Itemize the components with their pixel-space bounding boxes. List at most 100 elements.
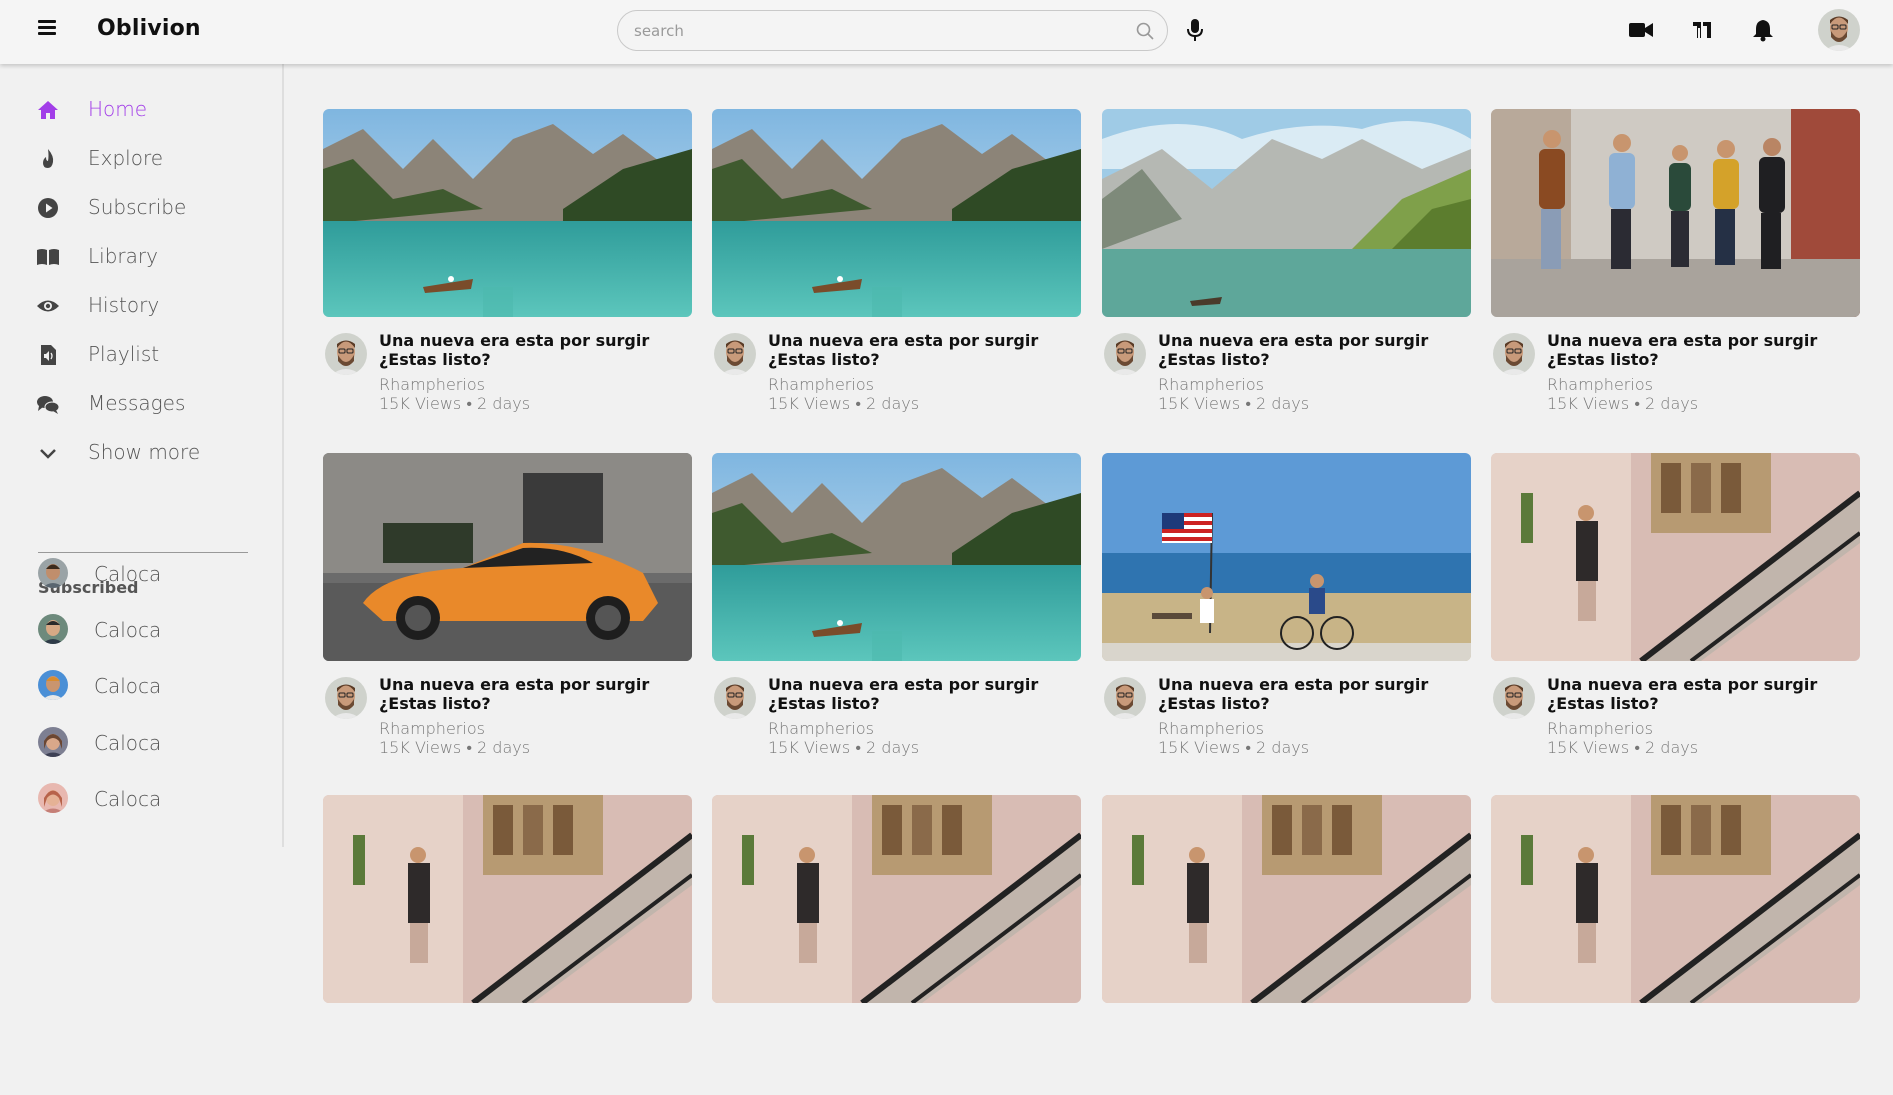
- video-title[interactable]: Una nueva era esta por surgir ¿Estas lis…: [1547, 331, 1847, 369]
- subscription-item[interactable]: Caloca: [38, 783, 258, 817]
- chevron-down-icon: [40, 449, 56, 459]
- sidebar-item-label: Messages: [88, 391, 186, 415]
- sidebar-item-label: Explore: [88, 146, 164, 170]
- sidebar-item-label: History: [88, 293, 160, 317]
- video-card[interactable]: Una nueva era esta por surgir ¿Estas lis…: [323, 453, 692, 757]
- subscription-item[interactable]: Caloca: [38, 614, 258, 648]
- video-card[interactable]: Una nueva era esta por surgir ¿Estas lis…: [1491, 109, 1860, 413]
- audio-file-icon: [41, 345, 56, 365]
- video-card[interactable]: Una nueva era esta por surgir ¿Estas lis…: [712, 453, 1081, 757]
- eye-icon: [37, 300, 59, 312]
- channel-avatar: [38, 614, 68, 644]
- menu-icon[interactable]: [36, 18, 58, 40]
- subscription-item[interactable]: Caloca: [38, 727, 258, 761]
- channel-avatar[interactable]: [325, 333, 367, 375]
- sidebar-item-subscribe[interactable]: Subscribe: [36, 192, 266, 224]
- sidebar-item-label: Subscribe: [88, 195, 187, 219]
- channel-name[interactable]: Rhampherios: [379, 719, 485, 738]
- video-meta: 15K Views • 2 days: [768, 394, 920, 413]
- sidebar-item-history[interactable]: History: [36, 290, 266, 322]
- video-camera-icon[interactable]: [1628, 18, 1654, 42]
- channel-avatar[interactable]: [714, 333, 756, 375]
- video-meta: 15K Views • 2 days: [1158, 394, 1310, 413]
- video-title[interactable]: Una nueva era esta por surgir ¿Estas lis…: [1158, 331, 1458, 369]
- channel-avatar[interactable]: [1493, 333, 1535, 375]
- channel-name[interactable]: Rhampherios: [768, 375, 874, 394]
- sidebar-item-label: Playlist: [88, 342, 160, 366]
- channel-name[interactable]: Rhampherios: [1547, 375, 1653, 394]
- video-thumbnail[interactable]: [323, 453, 692, 661]
- video-title[interactable]: Una nueva era esta por surgir ¿Estas lis…: [379, 331, 679, 369]
- home-icon: [38, 101, 58, 119]
- top-bar: Oblivion: [0, 0, 1893, 64]
- video-thumbnail[interactable]: [1102, 109, 1471, 317]
- mic-icon[interactable]: [1186, 18, 1204, 42]
- channel-avatar[interactable]: [1104, 333, 1146, 375]
- video-thumbnail[interactable]: [712, 109, 1081, 317]
- subscription-item[interactable]: Caloca: [38, 558, 258, 592]
- sidebar-item-home[interactable]: Home: [36, 94, 266, 126]
- channel-avatar: [38, 558, 68, 588]
- channel-avatar[interactable]: [714, 677, 756, 719]
- video-title[interactable]: Una nueva era esta por surgir ¿Estas lis…: [1547, 675, 1847, 713]
- video-thumbnail[interactable]: [712, 453, 1081, 661]
- bell-icon[interactable]: [1750, 18, 1776, 42]
- apps-icon[interactable]: [1689, 18, 1715, 42]
- subscription-label: Caloca: [94, 674, 162, 698]
- subscription-item[interactable]: Caloca: [38, 670, 258, 704]
- brand-logo[interactable]: Oblivion: [97, 16, 201, 41]
- video-title[interactable]: Una nueva era esta por surgir ¿Estas lis…: [1158, 675, 1458, 713]
- video-card[interactable]: Una nueva era esta por surgir ¿Estas lis…: [712, 109, 1081, 413]
- video-thumbnail[interactable]: [1102, 795, 1471, 1003]
- avatar[interactable]: [1818, 9, 1860, 51]
- channel-avatar[interactable]: [1104, 677, 1146, 719]
- video-thumbnail[interactable]: [323, 109, 692, 317]
- video-thumbnail[interactable]: [712, 795, 1081, 1003]
- video-meta: 15K Views • 2 days: [1547, 738, 1699, 757]
- video-title[interactable]: Una nueva era esta por surgir ¿Estas lis…: [768, 331, 1068, 369]
- video-card[interactable]: Una nueva era esta por surgir ¿Estas lis…: [323, 109, 692, 413]
- channel-name[interactable]: Rhampherios: [379, 375, 485, 394]
- channel-name[interactable]: Rhampherios: [1547, 719, 1653, 738]
- search-input[interactable]: [634, 20, 1094, 42]
- video-card[interactable]: Una nueva era esta por surgir ¿Estas lis…: [1102, 453, 1471, 757]
- subscription-label: Caloca: [94, 731, 162, 755]
- video-meta: 15K Views • 2 days: [379, 738, 531, 757]
- video-card[interactable]: Una nueva era esta por surgir ¿Estas lis…: [1491, 453, 1860, 757]
- sidebar-item-explore[interactable]: Explore: [36, 143, 266, 175]
- video-thumbnail[interactable]: [1491, 109, 1860, 317]
- search-box[interactable]: [617, 10, 1168, 51]
- channel-avatar[interactable]: [325, 677, 367, 719]
- video-card[interactable]: Una nueva era esta por surgir ¿Estas lis…: [1102, 109, 1471, 413]
- channel-avatar[interactable]: [1493, 677, 1535, 719]
- search-icon[interactable]: [1135, 21, 1155, 41]
- video-thumbnail[interactable]: [323, 795, 692, 1003]
- video-thumbnail[interactable]: [1102, 453, 1471, 661]
- sidebar-item-messages[interactable]: Messages: [36, 388, 266, 420]
- video-meta: 15K Views • 2 days: [1158, 738, 1310, 757]
- video-title[interactable]: Una nueva era esta por surgir ¿Estas lis…: [379, 675, 679, 713]
- video-thumbnail[interactable]: [1491, 453, 1860, 661]
- video-card[interactable]: [323, 795, 692, 1095]
- sidebar-item-show-more[interactable]: Show more: [36, 437, 266, 469]
- channel-avatar: [38, 783, 68, 813]
- video-thumbnail[interactable]: [1491, 795, 1860, 1003]
- fire-icon: [43, 149, 54, 168]
- subscription-label: Caloca: [94, 787, 162, 811]
- video-card[interactable]: [712, 795, 1081, 1095]
- sidebar-item-playlist[interactable]: Playlist: [36, 339, 266, 371]
- channel-name[interactable]: Rhampherios: [1158, 719, 1264, 738]
- sidebar-divider: [38, 552, 248, 553]
- channel-name[interactable]: Rhampherios: [768, 719, 874, 738]
- sidebar-item-label: Home: [88, 97, 148, 121]
- video-card[interactable]: [1102, 795, 1471, 1095]
- sidebar-item-label: Show more: [88, 440, 201, 464]
- video-card[interactable]: [1491, 795, 1860, 1095]
- video-meta: 15K Views • 2 days: [768, 738, 920, 757]
- sidebar-item-label: Library: [88, 244, 158, 268]
- channel-avatar: [38, 670, 68, 700]
- subscription-label: Caloca: [94, 618, 162, 642]
- video-title[interactable]: Una nueva era esta por surgir ¿Estas lis…: [768, 675, 1068, 713]
- sidebar-item-library[interactable]: Library: [36, 241, 266, 273]
- channel-name[interactable]: Rhampherios: [1158, 375, 1264, 394]
